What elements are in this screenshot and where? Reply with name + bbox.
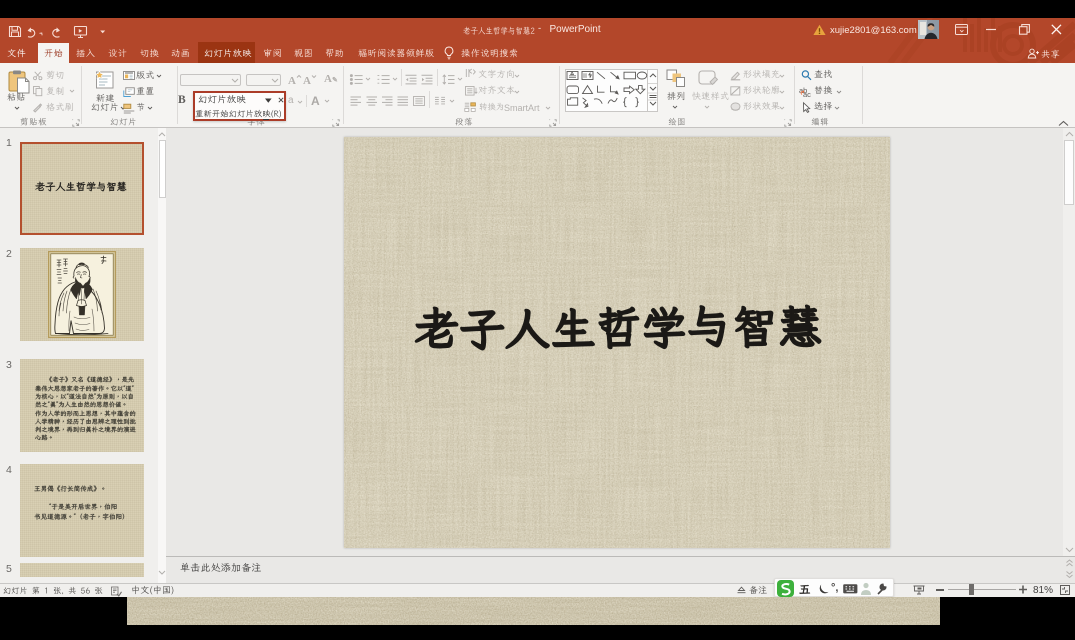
svg-text:A: A <box>288 75 296 87</box>
svg-text:A: A <box>303 75 311 87</box>
svg-text:ac: ac <box>803 90 811 99</box>
